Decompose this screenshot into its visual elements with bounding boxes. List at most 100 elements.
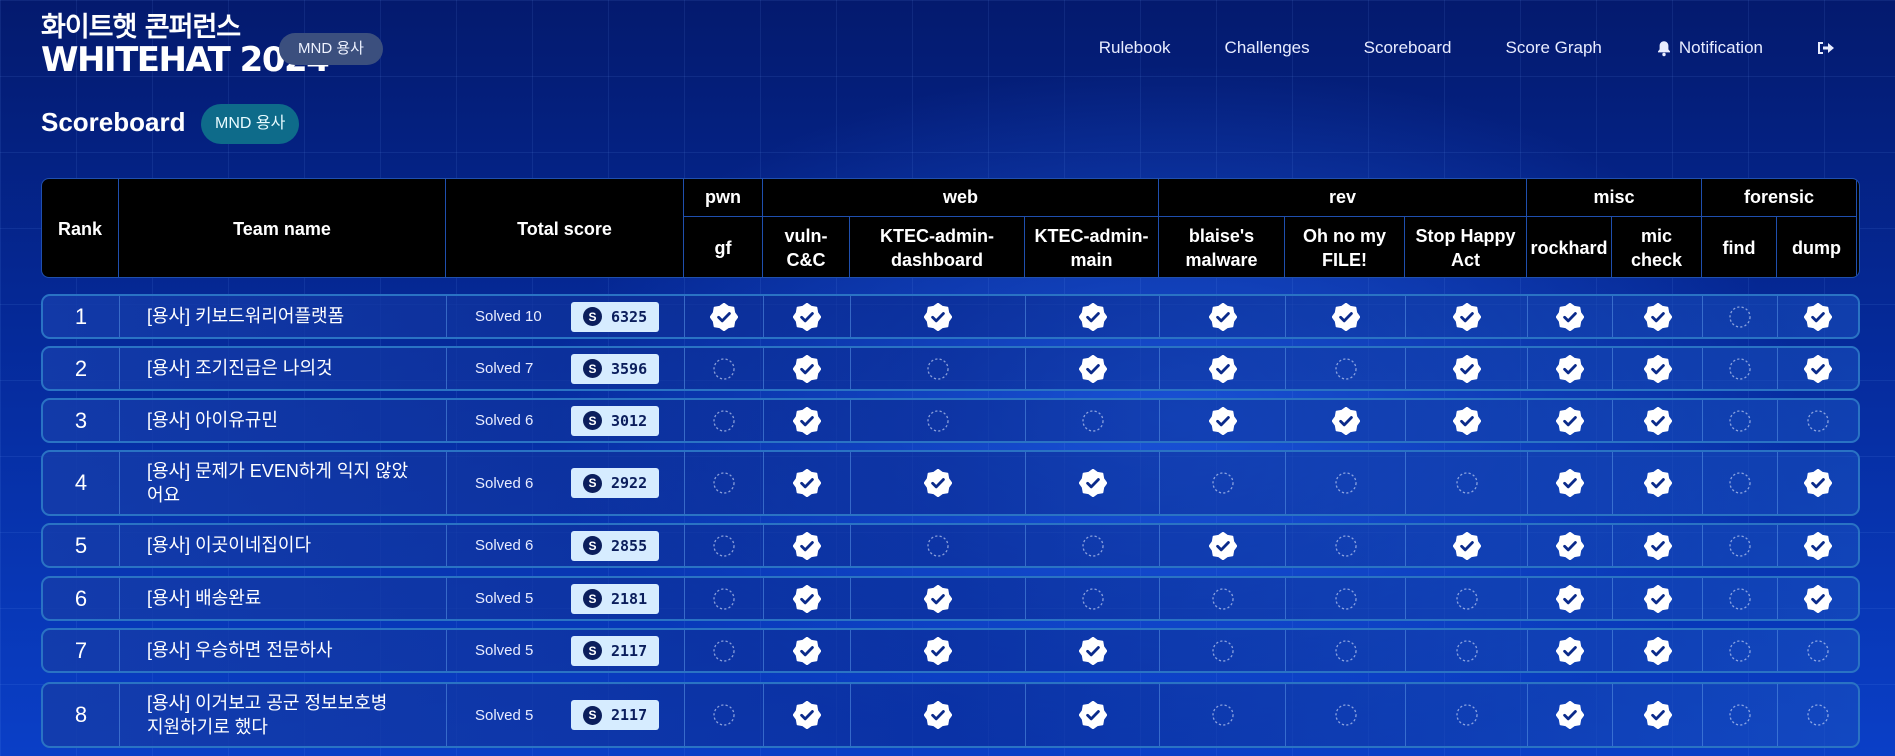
challenge-header[interactable]: find — [1702, 217, 1777, 277]
team-name-cell[interactable]: [용사] 우승하면 전문하사 — [120, 630, 447, 671]
score-s-icon: S — [583, 359, 602, 378]
score-value: 2922 — [611, 474, 648, 492]
team-name-cell[interactable]: [용사] 이곳이네집이다 — [120, 525, 447, 566]
rank-cell: 4 — [43, 452, 120, 514]
unsolved-circle-icon — [1211, 639, 1234, 662]
rank-cell: 3 — [43, 400, 120, 441]
challenge-header[interactable]: Stop Happy Act — [1405, 217, 1527, 277]
unsolved-circle-icon — [1334, 704, 1357, 726]
rank-cell: 1 — [43, 296, 120, 337]
header-total-score[interactable]: Total score — [446, 179, 684, 277]
challenge-solved-cell — [1613, 400, 1703, 441]
solved-count: Solved 6 — [475, 474, 534, 492]
challenge-unsolved-cell — [1026, 400, 1160, 441]
nav-rulebook[interactable]: Rulebook — [1099, 38, 1171, 58]
challenge-header-line: FILE! — [1321, 250, 1367, 270]
challenge-unsolved-cell — [1160, 630, 1286, 671]
unsolved-circle-icon — [1334, 357, 1357, 380]
header-team-name[interactable]: Team name — [119, 179, 446, 277]
nav-score-graph[interactable]: Score Graph — [1506, 38, 1602, 58]
unsolved-circle-icon — [1211, 472, 1234, 494]
solved-check-icon — [1078, 302, 1107, 331]
unsolved-circle-icon — [713, 639, 735, 662]
team-name-cell[interactable]: [용사] 이거보고 공군 정보보호병 지원하기로 했다 — [120, 684, 447, 746]
challenge-unsolved-cell — [1286, 452, 1406, 514]
challenge-unsolved-cell — [1026, 578, 1160, 619]
unsolved-circle-icon — [1729, 639, 1751, 662]
challenge-header-line: check — [1630, 250, 1683, 270]
challenge-header-line: find — [1722, 237, 1756, 258]
challenge-solved-cell — [764, 452, 851, 514]
team-name-cell[interactable]: [용사] 배송완료 — [120, 578, 447, 619]
unsolved-circle-icon — [1081, 534, 1104, 557]
challenge-solved-cell — [1026, 348, 1160, 389]
challenge-header[interactable]: dump — [1777, 217, 1857, 277]
solved-check-icon — [1804, 302, 1832, 331]
table-row[interactable]: 5 [용사] 이곳이네집이다 Solved 6 S 2855 — [41, 523, 1860, 568]
challenge-header[interactable]: KTEC-admin-dashboard — [850, 217, 1025, 277]
table-row[interactable]: 8 [용사] 이거보고 공군 정보보호병 지원하기로 했다 Solved 5 S 2117 — [41, 682, 1860, 748]
challenge-header[interactable]: gf — [684, 217, 763, 277]
solved-check-icon — [1331, 302, 1360, 331]
team-name: [용사] 배송완료 — [147, 588, 262, 609]
nav-scoreboard[interactable]: Scoreboard — [1364, 38, 1452, 58]
header-rank[interactable]: Rank — [42, 179, 119, 277]
challenge-header-label: mic check — [1631, 224, 1682, 273]
solved-check-icon — [924, 469, 952, 497]
table-row[interactable]: 2 [용사] 조기진급은 나의것 Solved 7 S 3596 — [41, 346, 1860, 391]
solved-check-icon — [1804, 354, 1832, 383]
challenge-header[interactable]: mic check — [1612, 217, 1702, 277]
team-name-cell[interactable]: [용사] 아이유규민 — [120, 400, 447, 441]
challenge-solved-cell — [1778, 525, 1858, 566]
solved-check-icon — [1556, 636, 1584, 665]
solved-check-icon — [1078, 354, 1107, 383]
table-row[interactable]: 7 [용사] 우승하면 전문하사 Solved 5 S 2117 — [41, 628, 1860, 673]
challenge-header[interactable]: vuln- C&C — [763, 217, 850, 277]
challenge-unsolved-cell — [1160, 578, 1286, 619]
team-name-line: 지원하기로 했다 — [147, 717, 268, 737]
team-name-line: [용사] 문제가 EVEN하게 익지 않았 — [147, 460, 409, 481]
table-row[interactable]: 3 [용사] 아이유규민 Solved 6 S 3012 — [41, 398, 1860, 443]
unsolved-circle-icon — [1334, 587, 1357, 610]
team-name-cell[interactable]: [용사] 키보드워리어플랫폼 — [120, 296, 447, 337]
team-name-cell[interactable]: [용사] 조기진급은 나의것 — [120, 348, 447, 389]
challenge-unsolved-cell — [1703, 525, 1778, 566]
total-score-cell: Solved 6 S 3012 — [447, 400, 685, 441]
score-s-icon: S — [583, 473, 602, 493]
unsolved-circle-icon — [1729, 357, 1751, 380]
nav-notification[interactable]: Notification — [1656, 38, 1763, 58]
rank-cell: 2 — [43, 348, 120, 389]
unsolved-circle-icon — [1729, 472, 1751, 494]
team-name-cell[interactable]: [용사] 문제가 EVEN하게 익지 않았 어요 — [120, 452, 447, 514]
challenge-header-line: mic — [1640, 225, 1672, 246]
solved-check-icon — [1078, 701, 1107, 729]
rank-cell: 7 — [43, 630, 120, 671]
challenge-header-label: KTEC-admin-main — [1035, 224, 1149, 273]
challenge-header-line: Act — [1450, 250, 1480, 270]
table-row[interactable]: 4 [용사] 문제가 EVEN하게 익지 않았 어요 Solved 6 S 2922 — [41, 450, 1860, 516]
challenge-header-line: main — [1070, 250, 1113, 270]
score-badge: S 3596 — [571, 353, 659, 384]
division-filter-badge[interactable]: MND 용사 — [201, 104, 300, 144]
solved-check-icon — [1643, 406, 1672, 435]
challenge-header[interactable]: rockhard — [1527, 217, 1612, 277]
challenge-solved-cell — [1528, 400, 1613, 441]
solved-check-icon — [924, 584, 952, 613]
solved-check-icon — [1556, 354, 1584, 383]
score-badge: S 2117 — [571, 635, 659, 666]
challenge-solved-cell — [1613, 578, 1703, 619]
challenge-header[interactable]: blaise's malware — [1159, 217, 1285, 277]
nav-challenges[interactable]: Challenges — [1225, 38, 1310, 58]
challenge-solved-cell — [685, 296, 764, 337]
challenge-header[interactable]: Oh no my FILE! — [1285, 217, 1405, 277]
challenge-header-line: rockhard — [1530, 237, 1608, 258]
table-row[interactable]: 1 [용사] 키보드워리어플랫폼 Solved 10 S 6325 — [41, 294, 1860, 339]
challenge-header[interactable]: KTEC-admin-main — [1025, 217, 1159, 277]
table-row[interactable]: 6 [용사] 배송완료 Solved 5 S 2181 — [41, 576, 1860, 621]
challenge-unsolved-cell — [1406, 630, 1528, 671]
challenge-header-line: gf — [714, 237, 732, 258]
score-s-icon: S — [583, 641, 602, 660]
challenge-unsolved-cell — [1703, 452, 1778, 514]
score-value: 3012 — [611, 411, 648, 430]
logout-button[interactable] — [1817, 40, 1835, 56]
